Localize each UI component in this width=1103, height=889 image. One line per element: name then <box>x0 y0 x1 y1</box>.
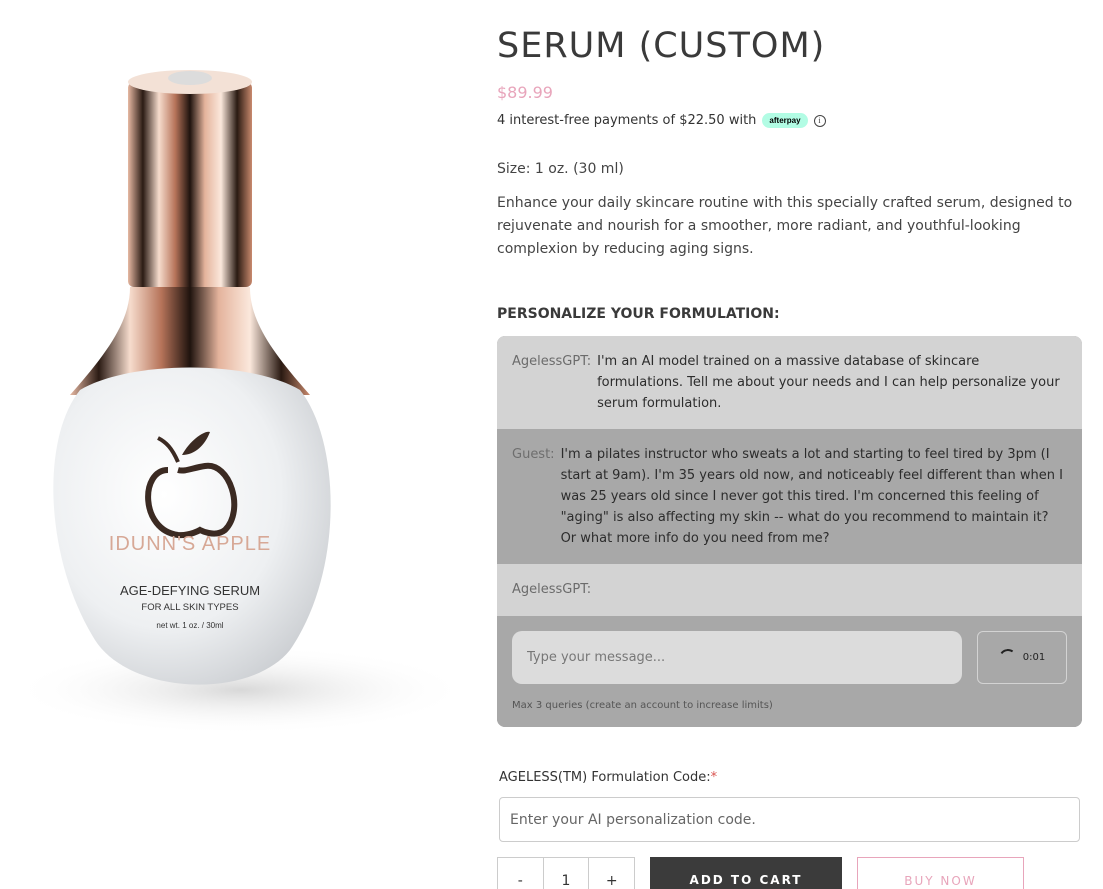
chat-sender: AgelessGPT: <box>512 582 592 597</box>
bottle-brand-text: IDUNN'S APPLE <box>109 533 271 555</box>
bottle-line2-text: FOR ALL SKIN TYPES <box>141 602 238 613</box>
chat-sender: AgelessGPT: <box>512 354 592 369</box>
chat-text: I'm an AI model trained on a massive dat… <box>597 354 1060 411</box>
info-icon[interactable]: i <box>813 114 826 127</box>
quantity-increase-button[interactable]: + <box>589 858 634 889</box>
product-title: SERUM (CUSTOM) <box>497 26 826 66</box>
chat-sender: Guest: <box>512 447 555 462</box>
chat-message: AgelessGPT: I'm an AI model trained on a… <box>497 336 1082 429</box>
chat-message: AgelessGPT: <box>497 564 1082 616</box>
quantity-value[interactable]: 1 <box>542 858 590 889</box>
installments-row: 4 interest-free payments of $22.50 with … <box>497 113 826 128</box>
bottle-line3-text: net wt. 1 oz. / 30ml <box>156 621 223 630</box>
chat-message-input[interactable] <box>512 631 962 684</box>
product-price: $89.99 <box>497 83 553 102</box>
quantity-stepper: - 1 + <box>497 857 635 889</box>
product-description: Enhance your daily skincare routine with… <box>497 195 1073 257</box>
product-image: IDUNN'S APPLE AGE-DEFYING SERUM FOR ALL … <box>0 0 460 760</box>
chat-text: I'm a pilates instructor who sweats a lo… <box>560 447 1063 546</box>
chat-composer: 0:01 Max 3 queries (create an account to… <box>497 616 1082 727</box>
quantity-decrease-button[interactable]: - <box>498 858 543 889</box>
send-button[interactable]: 0:01 <box>977 631 1067 684</box>
query-limit-note: Max 3 queries (create an account to incr… <box>512 700 773 711</box>
product-size: Size: 1 oz. (30 ml) <box>497 161 624 177</box>
required-mark: * <box>710 770 718 785</box>
loading-spinner-icon <box>997 647 1019 668</box>
bottle-line1-text: AGE-DEFYING SERUM <box>120 583 260 598</box>
formulation-code-label-text: AGELESS(TM) Formulation Code: <box>499 770 711 785</box>
installments-text: 4 interest-free payments of $22.50 with <box>497 113 757 128</box>
personalize-heading: PERSONALIZE YOUR FORMULATION: <box>497 306 780 322</box>
add-to-cart-button[interactable]: ADD TO CART <box>650 857 842 889</box>
chat-box: AgelessGPT: I'm an AI model trained on a… <box>497 336 1082 727</box>
response-timer: 0:01 <box>1022 652 1046 663</box>
afterpay-logo[interactable]: afterpay <box>762 113 808 128</box>
buy-now-button[interactable]: BUY NOW <box>857 857 1024 889</box>
formulation-code-input[interactable] <box>499 797 1080 842</box>
chat-message: Guest: I'm a pilates instructor who swea… <box>497 429 1082 564</box>
formulation-code-label: AGELESS(TM) Formulation Code:* <box>499 770 717 785</box>
